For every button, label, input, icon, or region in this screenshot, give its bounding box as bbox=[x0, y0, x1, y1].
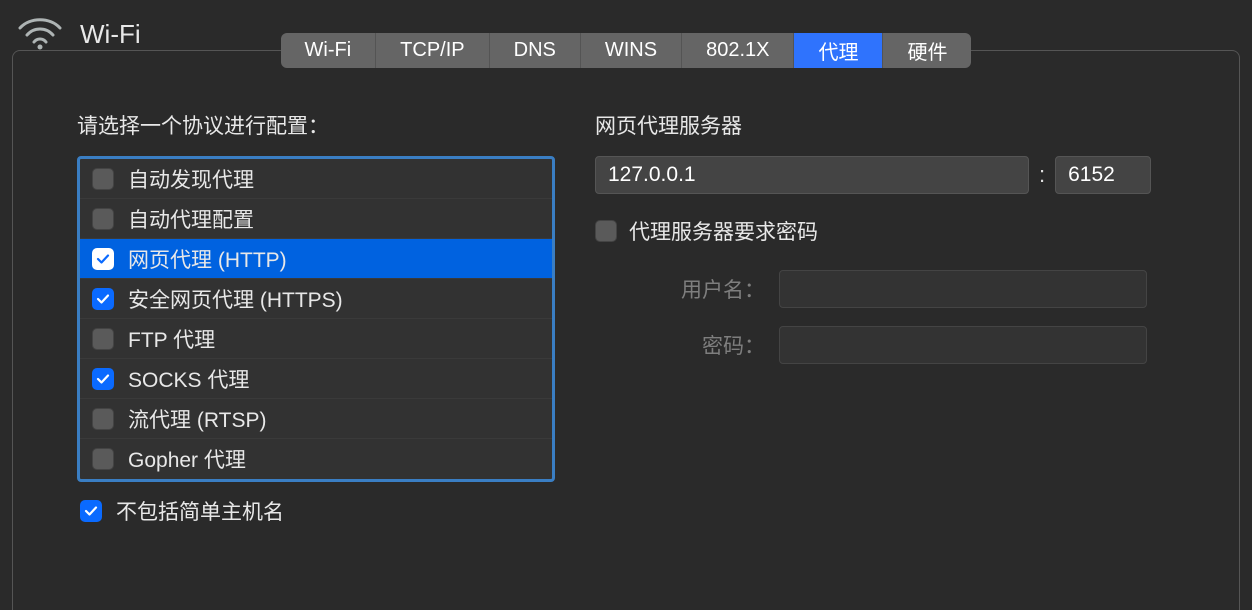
tab-wins[interactable]: WINS bbox=[581, 33, 682, 68]
password-input bbox=[779, 326, 1147, 364]
server-input-row: : bbox=[595, 156, 1161, 194]
protocol-label: SOCKS 代理 bbox=[128, 364, 249, 394]
protocol-gopher[interactable]: Gopher 代理 bbox=[80, 439, 552, 479]
tab-bar: Wi-Fi TCP/IP DNS WINS 802.1X 代理 硬件 bbox=[13, 33, 1239, 68]
host-port-separator: : bbox=[1039, 162, 1045, 188]
exclude-label: 不包括简单主机名 bbox=[116, 496, 284, 526]
checkbox-exclude-simple[interactable] bbox=[80, 500, 102, 522]
checkbox-socks[interactable] bbox=[92, 368, 114, 390]
protocol-section-label: 请选择一个协议进行配置： bbox=[77, 110, 555, 140]
protocol-label: 安全网页代理 (HTTPS) bbox=[128, 284, 343, 314]
tab-hardware[interactable]: 硬件 bbox=[883, 33, 971, 68]
proxy-port-input[interactable] bbox=[1055, 156, 1151, 194]
username-row: 用户名： bbox=[595, 270, 1161, 308]
protocol-label: 流代理 (RTSP) bbox=[128, 404, 266, 434]
protocol-label: Gopher 代理 bbox=[128, 444, 246, 474]
protocol-label: 自动发现代理 bbox=[128, 164, 254, 194]
password-row: 密码： bbox=[595, 326, 1161, 364]
checkbox-ftp[interactable] bbox=[92, 328, 114, 350]
auth-label: 代理服务器要求密码 bbox=[629, 216, 818, 246]
tab-wifi[interactable]: Wi-Fi bbox=[281, 33, 377, 68]
password-label: 密码： bbox=[595, 330, 779, 360]
tab-8021x[interactable]: 802.1X bbox=[682, 33, 794, 68]
tab-tcpip[interactable]: TCP/IP bbox=[376, 33, 489, 68]
auth-required-row: 代理服务器要求密码 bbox=[595, 216, 1161, 246]
checkbox-auto-config[interactable] bbox=[92, 208, 114, 230]
content-panel: Wi-Fi TCP/IP DNS WINS 802.1X 代理 硬件 请选择一个… bbox=[12, 50, 1240, 610]
checkbox-rtsp[interactable] bbox=[92, 408, 114, 430]
protocol-label: 自动代理配置 bbox=[128, 204, 254, 234]
server-section-label: 网页代理服务器 bbox=[595, 110, 1161, 140]
username-input bbox=[779, 270, 1147, 308]
protocol-ftp[interactable]: FTP 代理 bbox=[80, 319, 552, 359]
username-label: 用户名： bbox=[595, 274, 779, 304]
tab-proxy[interactable]: 代理 bbox=[794, 33, 883, 68]
protocol-https[interactable]: 安全网页代理 (HTTPS) bbox=[80, 279, 552, 319]
checkbox-http[interactable] bbox=[92, 248, 114, 270]
proxy-host-input[interactable] bbox=[595, 156, 1029, 194]
protocol-rtsp[interactable]: 流代理 (RTSP) bbox=[80, 399, 552, 439]
protocol-label: FTP 代理 bbox=[128, 324, 215, 354]
protocol-socks[interactable]: SOCKS 代理 bbox=[80, 359, 552, 399]
tab-dns[interactable]: DNS bbox=[490, 33, 581, 68]
checkbox-https[interactable] bbox=[92, 288, 114, 310]
protocol-auto-config[interactable]: 自动代理配置 bbox=[80, 199, 552, 239]
exclude-simple-hostnames-row: 不包括简单主机名 bbox=[77, 496, 555, 526]
protocol-label: 网页代理 (HTTP) bbox=[128, 244, 287, 274]
checkbox-auth-required[interactable] bbox=[595, 220, 617, 242]
protocol-list[interactable]: 自动发现代理 自动代理配置 网页代理 (HTTP) 安全网页代理 (HTTPS)… bbox=[77, 156, 555, 482]
checkbox-gopher[interactable] bbox=[92, 448, 114, 470]
protocol-auto-discover[interactable]: 自动发现代理 bbox=[80, 159, 552, 199]
checkbox-auto-discover[interactable] bbox=[92, 168, 114, 190]
protocol-http[interactable]: 网页代理 (HTTP) bbox=[80, 239, 552, 279]
